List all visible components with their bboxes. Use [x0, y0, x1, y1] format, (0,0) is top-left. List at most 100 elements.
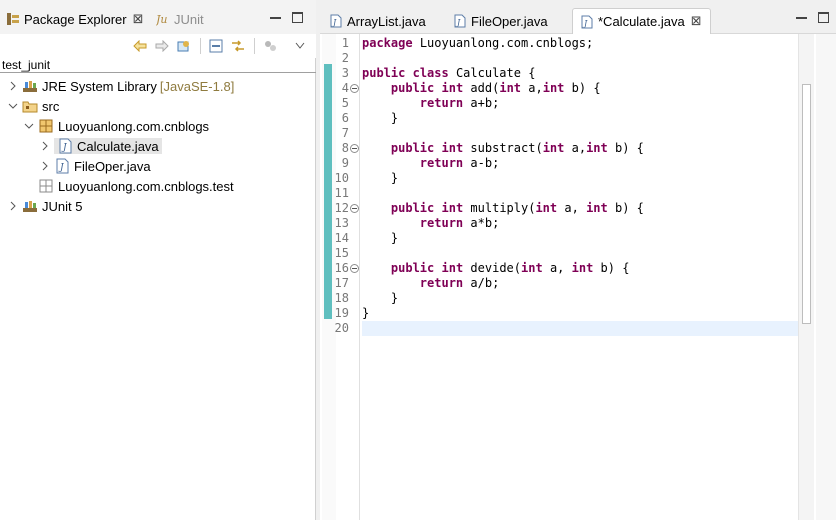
code-line[interactable]: } — [362, 171, 398, 186]
line-number: 7 — [341, 126, 349, 140]
code-editor[interactable]: 1 2 3 4 5 6 7 8 9 10 11 12 13 14 15 16 17 18 19 20 package … — [320, 34, 836, 520]
code-area[interactable]: package Luoyuanlong.com.cnblogs; public c… — [362, 34, 800, 520]
tree-item-label: JRE System Library — [42, 78, 157, 94]
close-tab-icon[interactable]: ⊠ — [133, 12, 144, 27]
chevron-right-icon[interactable] — [40, 161, 50, 171]
code-line[interactable]: public int multiply(int a, int b) { — [362, 201, 644, 216]
line-number: 6 — [341, 111, 349, 125]
left-tab-bar: Package Explorer ⊠ Ju JUnit — [0, 0, 316, 34]
back-icon[interactable] — [132, 38, 148, 54]
chevron-right-icon[interactable] — [40, 141, 50, 151]
tab-arraylist[interactable]: J ArrayList.java — [322, 8, 434, 34]
tree-item-src[interactable]: src — [8, 96, 59, 116]
line-number: 16 — [334, 261, 349, 275]
view-menu-icon[interactable] — [292, 38, 308, 54]
java-file-icon: J — [581, 15, 593, 28]
fold-toggle-icon[interactable] — [350, 144, 359, 153]
focus-icon[interactable] — [262, 38, 278, 54]
toolbar-separator — [254, 38, 255, 54]
line-number: 9 — [341, 156, 349, 170]
tree-item-label: Calculate.java — [77, 138, 159, 154]
source-folder-icon — [22, 101, 38, 113]
tab-calculate[interactable]: J *Calculate.java ⊠ — [572, 8, 711, 34]
code-line[interactable]: } — [362, 111, 398, 126]
tree-item-junit5[interactable]: JUnit 5 — [8, 196, 82, 216]
code-line[interactable]: } — [362, 291, 398, 306]
code-line[interactable]: public int devide(int a, int b) { — [362, 261, 630, 276]
chevron-down-icon[interactable] — [24, 121, 34, 131]
code-line[interactable]: } — [362, 231, 398, 246]
line-number: 19 — [334, 306, 349, 320]
jre-version-label: [JavaSE-1.8] — [159, 78, 235, 94]
code-line[interactable]: return a+b; — [362, 96, 500, 111]
minimize-icon[interactable] — [796, 12, 807, 19]
tree-item-test-package[interactable]: Luoyuanlong.com.cnblogs.test — [38, 176, 234, 196]
editor-tab-bar: J ArrayList.java J FileOper.java J *Calc… — [320, 0, 836, 34]
line-number: 10 — [334, 171, 349, 185]
tree-item-label: src — [42, 98, 60, 114]
line-number: 5 — [341, 96, 349, 110]
package-icon — [39, 119, 53, 133]
fold-toggle-icon[interactable] — [350, 84, 359, 93]
package-explorer-panel: Package Explorer ⊠ Ju JUnit test_junit J… — [0, 0, 316, 520]
panel-divider — [0, 72, 316, 73]
code-line[interactable]: } — [362, 306, 369, 321]
java-file-icon: J — [454, 14, 466, 28]
project-title[interactable]: test_junit — [2, 58, 50, 72]
fold-toggle-icon[interactable] — [350, 204, 359, 213]
tree-item-label: Luoyuanlong.com.cnblogs.test — [58, 178, 234, 194]
line-number: 12 — [334, 201, 349, 215]
code-line[interactable]: return a/b; — [362, 276, 500, 291]
line-number: 3 — [341, 66, 349, 80]
up-icon[interactable] — [176, 38, 192, 54]
line-number: 1 — [341, 36, 349, 50]
empty-package-icon — [39, 179, 53, 193]
tab-junit[interactable]: Ju JUnit — [156, 8, 204, 30]
line-number: 17 — [334, 276, 349, 290]
package-explorer-icon — [7, 13, 19, 25]
tree-item-jre[interactable]: JRE System Library [JavaSE-1.8] — [8, 76, 234, 96]
fold-toggle-icon[interactable] — [350, 264, 359, 273]
chevron-right-icon[interactable] — [8, 201, 18, 211]
tab-fileoper[interactable]: J FileOper.java — [446, 8, 556, 34]
junit-icon: Ju — [156, 13, 168, 26]
line-number: 11 — [334, 186, 349, 200]
collapse-all-icon[interactable] — [208, 38, 224, 54]
java-file-icon: J — [59, 138, 72, 154]
tree-item-package[interactable]: Luoyuanlong.com.cnblogs — [24, 116, 209, 136]
maximize-icon[interactable] — [292, 12, 303, 23]
toolbar-separator — [200, 38, 201, 54]
close-tab-icon[interactable]: ⊠ — [691, 14, 702, 29]
tree-item-fileoper[interactable]: J FileOper.java — [40, 156, 151, 176]
tree-item-label: FileOper.java — [74, 158, 151, 174]
code-line[interactable]: return a-b; — [362, 156, 500, 171]
line-number: 4 — [341, 81, 349, 95]
line-number: 2 — [341, 51, 349, 65]
overview-ruler-right — [816, 34, 836, 520]
selected-item: J Calculate.java — [54, 138, 162, 154]
line-number: 14 — [334, 231, 349, 245]
code-line[interactable]: package Luoyuanlong.com.cnblogs; — [362, 36, 593, 51]
tab-label: Package Explorer — [24, 11, 127, 27]
minimize-icon[interactable] — [270, 12, 281, 19]
svg-text:Ju: Ju — [156, 13, 168, 26]
line-number: 18 — [334, 291, 349, 305]
code-line[interactable]: public class Calculate { — [362, 66, 535, 81]
maximize-icon[interactable] — [818, 12, 829, 23]
link-with-editor-icon[interactable] — [230, 38, 246, 54]
tab-label: JUnit — [174, 11, 204, 27]
chevron-down-icon[interactable] — [8, 101, 18, 111]
code-line[interactable]: public int add(int a,int b) { — [362, 81, 601, 96]
vertical-scrollbar[interactable] — [798, 34, 814, 520]
code-line[interactable]: public int substract(int a,int b) { — [362, 141, 644, 156]
library-icon — [23, 81, 37, 92]
scrollbar-thumb[interactable] — [802, 84, 811, 324]
forward-icon[interactable] — [154, 38, 170, 54]
tree-item-calculate[interactable]: J Calculate.java — [40, 136, 162, 156]
editor-tab-label: ArrayList.java — [347, 13, 426, 29]
line-number-gutter: 1 2 3 4 5 6 7 8 9 10 11 12 13 14 15 16 17 18 19 20 — [334, 34, 360, 520]
code-line[interactable]: return a*b; — [362, 216, 500, 231]
java-file-icon: J — [56, 158, 69, 174]
tab-package-explorer[interactable]: Package Explorer ⊠ — [6, 8, 144, 30]
chevron-right-icon[interactable] — [8, 81, 18, 91]
